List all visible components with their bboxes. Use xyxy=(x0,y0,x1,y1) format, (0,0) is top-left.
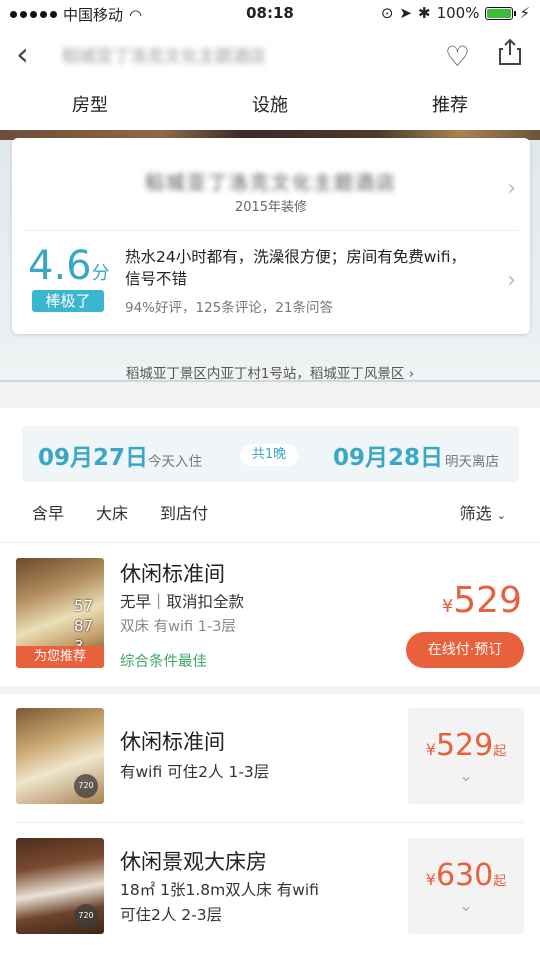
price-box[interactable]: ¥529起 ⌄ xyxy=(408,708,524,804)
quick-filters: 含早 大床 到店付 xyxy=(32,500,208,524)
battery-percent: 100% xyxy=(436,4,480,22)
vr-720-icon[interactable]: 720 xyxy=(74,774,98,798)
room-highlight: 综合条件最佳 xyxy=(120,654,207,670)
divider xyxy=(16,822,524,823)
vr-720-icon[interactable]: 720 xyxy=(74,904,98,928)
heart-icon[interactable]: ♡ xyxy=(445,40,470,73)
room-price: ¥529 xyxy=(441,580,522,621)
checkout-label: 明天离店 xyxy=(445,454,499,470)
room-name[interactable]: 休闲标准间 xyxy=(120,726,225,756)
recommend-tag: 为您推荐 xyxy=(16,646,104,668)
filter-pay-at-hotel[interactable]: 到店付 xyxy=(160,500,208,524)
review-snippet[interactable]: 热水24小时都有，洗澡很方便；房间有免费wifi，信号不错 xyxy=(125,246,475,290)
room-details: 双床 有wifi 1-3层 xyxy=(120,619,236,635)
rating-score: 4.6分 xyxy=(28,243,110,289)
room-photo[interactable]: 720 xyxy=(16,838,104,934)
chevron-down-icon: ⌄ xyxy=(459,766,473,785)
room-name[interactable]: 休闲景观大床房 xyxy=(120,846,267,876)
tab-bar: 房型 设施 推荐 xyxy=(0,84,540,130)
tab-recommend[interactable]: 推荐 xyxy=(360,84,540,130)
room-details: 有wifi 可住2人 1-3层 xyxy=(120,763,270,781)
battery-icon xyxy=(485,6,517,20)
tab-facilities[interactable]: 设施 xyxy=(180,84,360,130)
hotel-info-card: 稻城亚丁洛克文化主题酒店 2015年装修 › 4.6分 棒极了 热水24小时都有… xyxy=(12,138,530,334)
room-photo[interactable]: 720 xyxy=(16,708,104,804)
chevron-right-icon[interactable]: › xyxy=(507,176,516,201)
location-icon: ➤ xyxy=(399,4,412,22)
room-photo[interactable]: 57873 为您推荐 xyxy=(16,558,104,668)
back-button[interactable]: ‹ xyxy=(16,38,29,70)
chevron-down-icon: ⌄ xyxy=(496,509,506,522)
room-name[interactable]: 休闲标准间 xyxy=(120,558,225,588)
book-button[interactable]: 在线付·预订 xyxy=(406,632,524,668)
lock-rotation-icon: ⊙ xyxy=(380,4,394,22)
filter-breakfast[interactable]: 含早 xyxy=(32,500,64,524)
divider xyxy=(0,542,540,543)
checkin-label: 今天入住 xyxy=(148,454,202,470)
room-details: 18㎡ 1张1.8m双人床 有wifi xyxy=(120,881,319,899)
hotel-name[interactable]: 稻城亚丁洛克文化主题酒店 xyxy=(12,168,530,195)
checkin-date[interactable]: 09月27日 xyxy=(38,438,148,472)
room-policy: 无早｜取消扣全款 xyxy=(120,593,245,611)
price-box[interactable]: ¥630起 ⌄ xyxy=(408,838,524,934)
charging-icon: ⚡ xyxy=(519,4,530,22)
status-bar: 中国移动 ◠ 08:18 ⊙ ➤ ✱ 100% ⚡ xyxy=(0,0,540,28)
bluetooth-icon: ✱ xyxy=(417,4,431,22)
nights-count: 共1晚 xyxy=(240,444,298,466)
tab-rooms[interactable]: 房型 xyxy=(0,84,180,130)
filter-button[interactable]: 筛选 ⌄ xyxy=(460,500,506,524)
filter-bigbed[interactable]: 大床 xyxy=(96,500,128,524)
review-stats: 94%好评，125条评论，21条问答 xyxy=(125,300,333,316)
section-divider xyxy=(0,686,540,694)
divider xyxy=(24,230,518,231)
checkout-date[interactable]: 09月28日 xyxy=(333,438,443,472)
share-icon[interactable] xyxy=(498,38,522,66)
chevron-right-icon[interactable]: › xyxy=(507,268,516,293)
rating-badge: 棒极了 xyxy=(32,290,104,312)
room-occupancy: 可住2人 2-3层 xyxy=(120,906,223,924)
chevron-down-icon: ⌄ xyxy=(459,896,473,915)
nav-bar: ‹ 稻城亚丁洛克文化主题酒店 ♡ xyxy=(0,28,540,84)
hotel-title: 稻城亚丁洛克文化主题酒店 xyxy=(62,47,266,67)
date-selector[interactable]: 09月27日 今天入住 共1晚 09月28日 明天离店 xyxy=(22,426,519,482)
address-link[interactable]: 稻城亚丁景区内亚丁村1号站，稻城亚丁风景区 › xyxy=(0,362,540,382)
renovation-year: 2015年装修 xyxy=(234,200,308,215)
